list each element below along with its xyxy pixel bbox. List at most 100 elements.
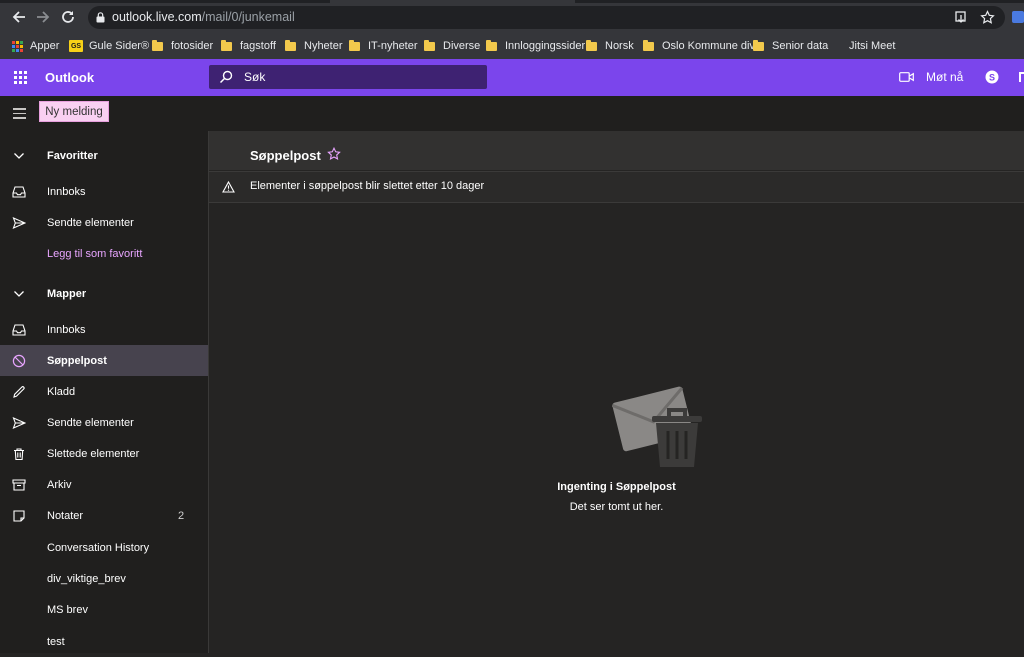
favorites-section-header[interactable]: Favoritter <box>0 140 208 171</box>
folder-icon <box>285 39 296 51</box>
bookmark-norsk[interactable]: Norsk <box>586 38 634 54</box>
bookmark-senior-data[interactable]: Senior data <box>753 38 828 54</box>
folder-label: MS brev <box>47 603 88 616</box>
favorite-innboks[interactable]: Innboks <box>0 176 208 207</box>
bookmark-gule-sider[interactable]: GS Gule Sider® <box>69 38 149 54</box>
bookmark-label: Apper <box>30 40 60 52</box>
empty-state-title: Ingenting i Søppelpost <box>557 481 676 493</box>
video-camera-icon[interactable] <box>899 72 914 82</box>
warning-icon <box>222 181 235 193</box>
tab-strip-edge <box>575 0 1024 3</box>
folder-innboks[interactable]: Innboks <box>0 314 208 345</box>
app-launcher-icon[interactable] <box>14 71 27 84</box>
bookmark-apper[interactable]: Apper <box>12 38 59 54</box>
bookmark-label: Senior data <box>772 40 829 52</box>
tab-strip-edge <box>0 0 330 3</box>
blocked-icon <box>12 354 26 368</box>
favorite-sendte-elementer[interactable]: Sendte elementer <box>0 207 208 238</box>
folder-notater[interactable]: Notater 2 <box>0 500 208 531</box>
bookmark-fagstoff[interactable]: fagstoff <box>221 38 276 54</box>
folder-icon <box>152 39 163 51</box>
hamburger-menu-icon[interactable] <box>13 108 26 122</box>
bookmark-it-nyheter[interactable]: IT-nyheter <box>349 38 418 54</box>
address-bar[interactable]: outlook.live.com/mail/0/junkemail <box>88 6 1005 29</box>
folder-label: Kladd <box>47 385 76 398</box>
search-box[interactable]: Søk <box>209 65 487 89</box>
folder-icon <box>586 39 597 51</box>
folder-icon <box>486 39 497 51</box>
folder-soppelpost[interactable]: Søppelpost <box>0 345 208 376</box>
search-input[interactable]: Søk <box>244 70 265 84</box>
banner-text: Elementer i søppelpost blir slettet ette… <box>250 180 485 192</box>
bookmark-label: Jitsi Meet <box>849 40 896 52</box>
folder-slettede-elementer[interactable]: Slettede elementer <box>0 438 208 469</box>
bookmark-label: Innloggingssider <box>505 40 586 52</box>
bookmark-nyheter[interactable]: Nyheter <box>285 38 343 54</box>
bookmark-jitsi-meet[interactable]: Jitsi Meet <box>849 38 895 54</box>
apps-grid-icon <box>12 40 23 52</box>
search-icon <box>219 70 233 84</box>
browser-toolbar: outlook.live.com/mail/0/junkemail <box>0 0 1024 33</box>
extension-icon[interactable] <box>1012 11 1024 23</box>
bookmark-star-icon[interactable] <box>980 10 995 25</box>
folder-label: Conversation History <box>47 541 150 554</box>
archive-icon <box>12 479 26 491</box>
url-text: outlook.live.com/mail/0/junkemail <box>112 10 295 24</box>
unread-count: 2 <box>178 509 185 522</box>
bookmark-label: Gule Sider® <box>89 40 150 52</box>
info-banner: Elementer i søppelpost blir slettet ette… <box>209 171 1024 203</box>
outlook-brand[interactable]: Outlook <box>45 70 94 85</box>
empty-state-subtitle: Det ser tomt ut her. <box>569 501 664 513</box>
folder-conversation-history[interactable]: Conversation History <box>0 532 208 563</box>
section-label: Mapper <box>47 287 87 300</box>
folder-icon <box>753 39 764 51</box>
folder-label: Sendte elementer <box>47 216 134 229</box>
bookmark-fotosider[interactable]: fotosider <box>152 38 213 54</box>
meet-now-button[interactable]: Møt nå <box>926 70 963 84</box>
bookmarks-bar: Apper GS Gule Sider® fotosider fagstoff … <box>0 33 1024 59</box>
inbox-icon <box>12 324 26 336</box>
section-label: Favoritter <box>47 149 98 162</box>
folder-arkiv[interactable]: Arkiv <box>0 469 208 500</box>
install-app-icon[interactable] <box>954 10 969 25</box>
folder-label: Arkiv <box>47 478 72 491</box>
folders-section-header[interactable]: Mapper <box>0 278 208 309</box>
reload-icon[interactable] <box>60 9 76 25</box>
trash-icon <box>14 448 24 461</box>
skype-icon[interactable]: S <box>985 70 999 84</box>
bookmark-innloggingssider[interactable]: Innloggingssider <box>486 38 585 54</box>
folder-label: Innboks <box>47 323 86 336</box>
folder-div-viktige-brev[interactable]: div_viktige_brev <box>0 563 208 594</box>
back-arrow-icon[interactable] <box>11 9 27 25</box>
add-favorite-label: Legg til som favoritt <box>47 247 143 260</box>
folder-label: div_viktige_brev <box>47 572 126 585</box>
bookmark-label: Nyheter <box>304 40 343 52</box>
chevron-down-icon <box>14 291 24 297</box>
folder-sendte-elementer[interactable]: Sendte elementer <box>0 407 208 438</box>
bookmark-label: IT-nyheter <box>368 40 418 52</box>
bookmark-diverse[interactable]: Diverse <box>424 38 480 54</box>
folder-ms-brev[interactable]: MS brev <box>0 594 208 625</box>
folder-icon <box>349 39 360 51</box>
forward-arrow-icon[interactable] <box>35 9 51 25</box>
header-overflow-icon[interactable] <box>1019 72 1024 82</box>
gule-sider-logo: GS <box>69 40 83 52</box>
folder-kladd[interactable]: Kladd <box>0 376 208 407</box>
bookmark-label: Oslo Kommune div <box>662 40 755 52</box>
folder-header: Søppelpost <box>209 131 1024 170</box>
pencil-icon <box>13 386 25 398</box>
folder-label: Innboks <box>47 185 86 198</box>
lock-icon <box>96 12 105 23</box>
folder-icon <box>424 39 435 51</box>
folder-icon <box>221 39 232 51</box>
message-list-pane: Søppelpost Elementer i søppelpost blir s… <box>209 131 1024 653</box>
add-favorite-link[interactable]: Legg til som favoritt <box>0 238 208 269</box>
folder-test[interactable]: test <box>0 626 208 657</box>
folder-icon <box>643 39 654 51</box>
outlook-header: Outlook Søk Møt nå S <box>0 59 1024 96</box>
bookmark-oslo-kommune[interactable]: Oslo Kommune div <box>643 38 755 54</box>
send-icon <box>12 416 26 430</box>
favorite-star-icon[interactable] <box>327 147 341 161</box>
new-message-button[interactable]: Ny melding <box>39 101 109 122</box>
bookmark-label: Diverse <box>443 40 481 52</box>
